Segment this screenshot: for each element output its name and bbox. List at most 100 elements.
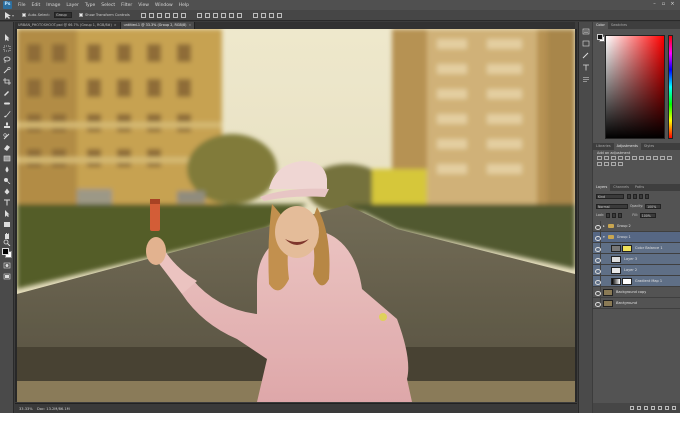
distribute-vcenter-icon[interactable] [204, 12, 210, 18]
layer-row[interactable]: ▾ Group 1 [593, 231, 680, 243]
hue-saturation-icon[interactable] [632, 156, 637, 160]
link-layers-icon[interactable] [630, 406, 634, 410]
quick-select-tool-icon[interactable] [3, 67, 11, 74]
menu-file[interactable]: File [18, 3, 26, 8]
menu-select[interactable]: Select [101, 3, 115, 8]
collapse-icon[interactable]: ▾ [603, 235, 605, 239]
align-hcenter-icon[interactable] [172, 12, 178, 18]
eraser-tool-icon[interactable] [3, 144, 11, 151]
curves-icon[interactable] [611, 156, 616, 160]
menu-window[interactable]: Window [155, 3, 173, 8]
eyedropper-tool-icon[interactable] [3, 89, 11, 96]
3d-mode-icon[interactable] [252, 12, 258, 18]
tab-channels[interactable]: Channels [610, 184, 632, 191]
dodge-tool-icon[interactable] [3, 177, 11, 184]
align-bottom-icon[interactable] [156, 12, 162, 18]
clone-stamp-tool-icon[interactable] [3, 122, 11, 129]
minimize-button[interactable]: – [651, 1, 658, 8]
opacity-field[interactable]: 100% [645, 203, 662, 209]
zoom-tool-icon[interactable] [3, 239, 11, 246]
tab-adjustments[interactable]: Adjustments [613, 143, 641, 150]
3d-pan-icon[interactable] [268, 12, 274, 18]
new-adjustment-icon[interactable] [651, 406, 655, 410]
align-top-icon[interactable] [140, 12, 146, 18]
tab-layers[interactable]: Layers [593, 184, 611, 191]
tab-paths[interactable]: Paths [632, 184, 647, 191]
posterize-icon[interactable] [604, 162, 609, 166]
marquee-tool-icon[interactable] [3, 45, 11, 52]
type-tool-icon[interactable] [3, 199, 11, 206]
screen-mode-icon[interactable] [3, 273, 11, 280]
3d-slide-icon[interactable] [276, 12, 282, 18]
layer-row[interactable]: Gradient Map 1 [593, 275, 680, 287]
brightness-contrast-icon[interactable] [597, 156, 602, 160]
tab-close-icon[interactable]: × [188, 23, 191, 27]
show-transform-checkbox[interactable] [79, 13, 84, 17]
color-picker-field[interactable] [605, 35, 665, 139]
filter-type-icon[interactable] [639, 193, 643, 199]
tab-libraries[interactable]: Libraries [593, 143, 614, 150]
tab-close-icon[interactable]: × [114, 23, 117, 27]
eye-icon[interactable] [593, 242, 601, 254]
lock-pixels-icon[interactable] [606, 212, 611, 218]
menu-type[interactable]: Type [85, 3, 95, 8]
align-vcenter-icon[interactable] [148, 12, 154, 18]
menu-view[interactable]: View [138, 3, 149, 8]
document-tab-active[interactable]: untitled-1 @ 33.3% (Group 2, RGB/8) × [120, 22, 196, 29]
close-button[interactable]: × [669, 1, 676, 8]
distribute-bottom-icon[interactable] [212, 12, 218, 18]
distribute-right-icon[interactable] [236, 12, 242, 18]
blur-tool-icon[interactable] [3, 166, 11, 173]
brush-tool-icon[interactable] [3, 111, 11, 118]
vibrance-icon[interactable] [625, 156, 630, 160]
eye-icon[interactable] [593, 264, 601, 276]
pen-tool-icon[interactable] [3, 188, 11, 195]
color-lookup-icon[interactable] [667, 156, 672, 160]
menu-help[interactable]: Help [179, 3, 189, 8]
history-brush-tool-icon[interactable] [3, 133, 11, 140]
zoom-level[interactable]: 33.33% [19, 407, 33, 411]
maximize-button[interactable]: ▫ [660, 1, 667, 8]
properties-panel-icon[interactable] [582, 40, 590, 47]
new-layer-icon[interactable] [665, 406, 669, 410]
gradient-map-icon[interactable] [618, 162, 623, 166]
layer-row[interactable]: Background copy [593, 286, 680, 298]
menu-layer[interactable]: Layer [66, 3, 79, 8]
lock-all-icon[interactable] [618, 212, 623, 218]
tab-color[interactable]: Color [593, 22, 608, 29]
3d-rotate-icon[interactable] [260, 12, 266, 18]
exposure-icon[interactable] [618, 156, 623, 160]
expand-icon[interactable]: ▸ [603, 224, 605, 228]
move-tool-preset-icon[interactable] [3, 11, 15, 20]
invert-icon[interactable] [597, 162, 602, 166]
auto-select-checkbox[interactable] [22, 13, 26, 17]
crop-tool-icon[interactable] [3, 78, 11, 85]
move-tool-icon[interactable] [3, 34, 11, 41]
layer-style-icon[interactable] [637, 406, 641, 410]
channel-mixer-icon[interactable] [660, 156, 665, 160]
distribute-left-icon[interactable] [220, 12, 226, 18]
layer-row[interactable]: ▸ Group 2 [593, 220, 680, 232]
foreground-color-swatch[interactable] [2, 248, 9, 255]
align-right-icon[interactable] [180, 12, 186, 18]
tab-styles[interactable]: Styles [641, 143, 657, 150]
hue-slider[interactable] [668, 35, 673, 139]
color-balance-icon[interactable] [639, 156, 644, 160]
layer-row[interactable]: Background [593, 297, 680, 309]
brush-panel-icon[interactable] [582, 52, 590, 59]
lasso-tool-icon[interactable] [3, 56, 11, 63]
distribute-top-icon[interactable] [196, 12, 202, 18]
document-tab[interactable]: URBAN_PHOTOSHOOT.psd @ 66.7% (Group 1, R… [15, 22, 121, 29]
filter-shape-icon[interactable] [645, 193, 649, 199]
distribute-hcenter-icon[interactable] [228, 12, 234, 18]
history-panel-icon[interactable] [582, 28, 590, 35]
gradient-tool-icon[interactable] [3, 155, 11, 162]
delete-layer-icon[interactable] [672, 406, 676, 410]
threshold-icon[interactable] [611, 162, 616, 166]
quick-mask-icon[interactable] [3, 262, 11, 269]
new-group-icon[interactable] [658, 406, 662, 410]
document-canvas[interactable] [15, 29, 577, 402]
layer-row-selected[interactable]: Color Balance 1 [593, 242, 680, 254]
eye-icon[interactable] [593, 275, 601, 287]
tab-swatches[interactable]: Swatches [608, 22, 630, 29]
